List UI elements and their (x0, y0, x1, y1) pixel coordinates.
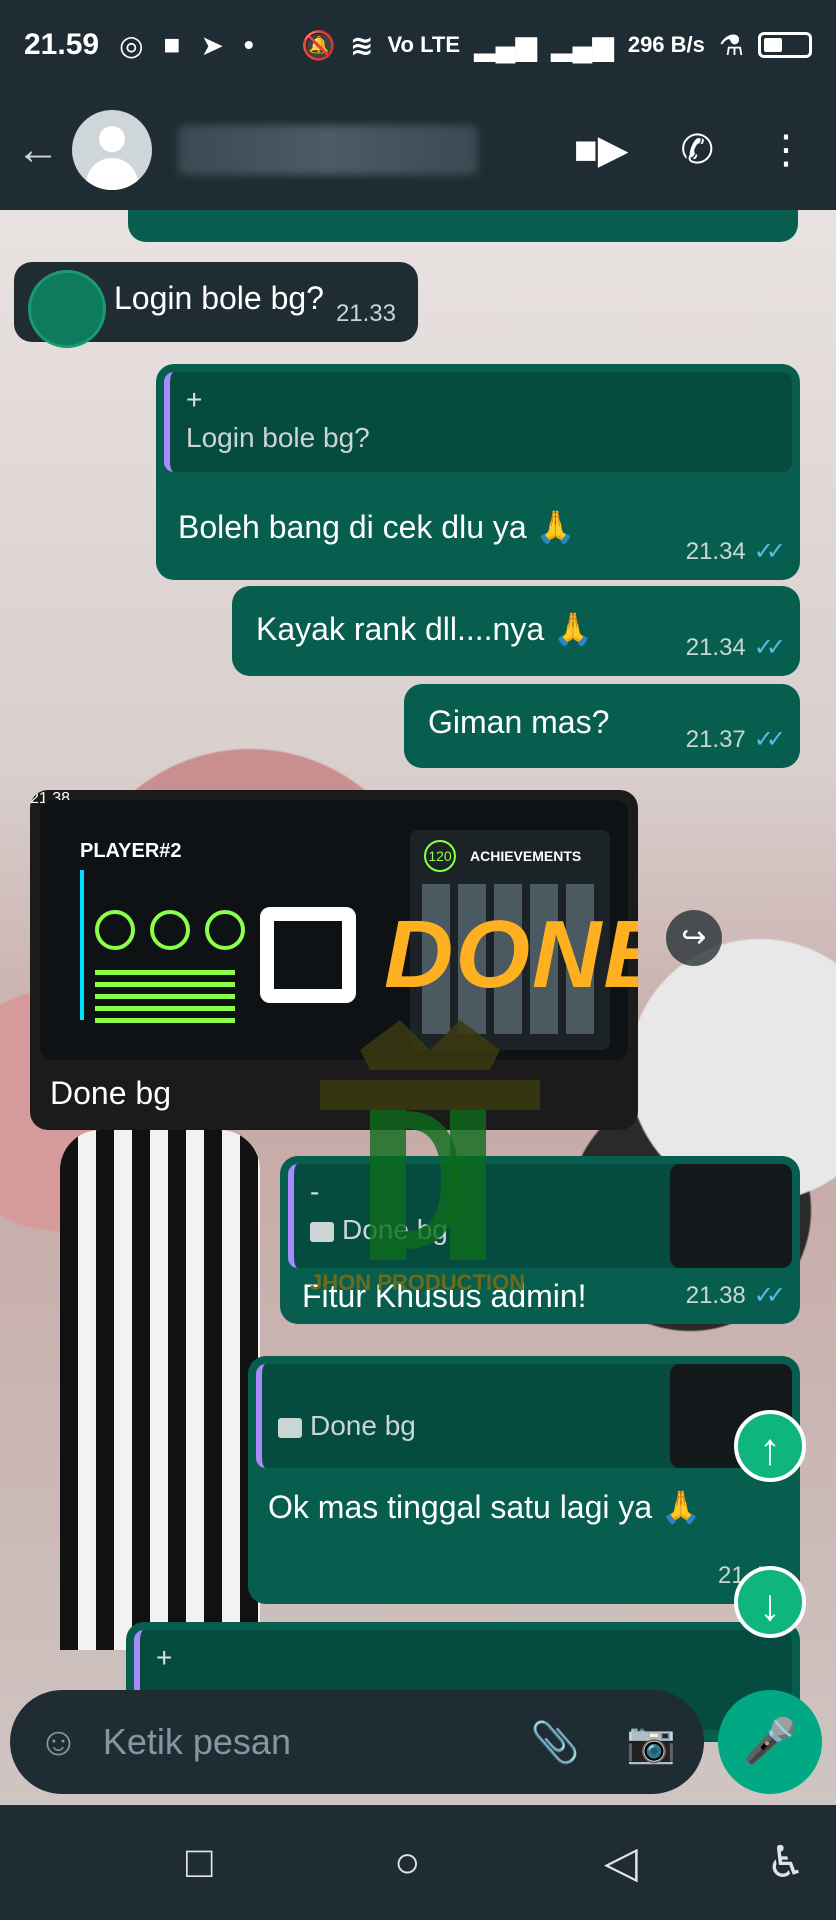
composer: ☺ 📎 📷 🎤 (0, 1690, 836, 1805)
video-camera-icon[interactable]: ■▶ (574, 127, 629, 173)
system-nav-bar: □ ○ ◁ ♿ (0, 1805, 836, 1920)
quote-text: Done bg (310, 1410, 416, 1441)
dot-icon: • (243, 29, 254, 60)
message-time: 21.34 (685, 633, 746, 661)
message-text: Kayak rank dll....nya 🙏 (256, 611, 593, 647)
read-ticks-icon: ✓✓ (753, 1282, 786, 1309)
chrome-icon: ◎ (119, 29, 144, 61)
watermark-logo: JHON PRODUCTION (300, 1010, 560, 1390)
message-outgoing[interactable]: Giman mas? 21.37 ✓✓ (404, 684, 800, 768)
quoted-message[interactable]: + Login bole bg? (164, 372, 792, 472)
microphone-icon[interactable]: 🎤 (718, 1690, 822, 1794)
more-vertical-icon[interactable]: ⋮ (766, 127, 806, 173)
scroll-up-icon[interactable]: ↑ (734, 1410, 806, 1482)
message-outgoing[interactable]: + Login bole bg? Boleh bang di cek dlu y… (156, 364, 800, 580)
message-outgoing[interactable]: Kayak rank dll....nya 🙏 21.34 ✓✓ (232, 586, 800, 676)
message-text: Giman mas? (428, 704, 610, 740)
telegram-icon: ➤ (200, 29, 224, 61)
stat-ring (205, 910, 245, 950)
forward-icon[interactable]: ↪ (666, 910, 722, 966)
message-time: 21.34 (685, 537, 746, 565)
player-label: PLAYER#2 (80, 840, 182, 862)
wifi-icon: ≋ (350, 29, 374, 61)
done-square (260, 907, 356, 1003)
square-icon[interactable]: □ (186, 1838, 213, 1888)
quote-sender: + (186, 384, 203, 415)
flask-icon: ⚗ (718, 29, 744, 61)
stat-bars (95, 970, 235, 1030)
mute-bell-icon: 🔕 (301, 29, 337, 61)
contact-name-blurred[interactable] (178, 125, 478, 175)
crown-logo-icon (320, 1020, 540, 1260)
read-ticks-icon: ✓✓ (753, 538, 786, 565)
media-caption: Done bg (50, 1075, 171, 1111)
status-time: 21.59 (24, 28, 100, 61)
sender-avatar[interactable] (28, 270, 106, 348)
app-notification-icon: ■ (163, 29, 181, 60)
triangle-back-icon[interactable]: ◁ (604, 1837, 638, 1888)
message-time: 21.33 (335, 300, 396, 327)
phone-icon[interactable]: ✆ (680, 127, 714, 173)
message-text: Login bole bg? (114, 280, 324, 316)
stat-ring (95, 910, 135, 950)
quote-thumbnail (670, 1164, 792, 1268)
message-text: Ok mas tinggal satu lagi ya 🙏 (268, 1489, 701, 1525)
background-figure (60, 1130, 260, 1650)
level-badge: 120 (424, 840, 456, 872)
done-overlay: DONE (260, 900, 638, 1010)
status-bar: 21.59 ◎ ■ ➤ • 🔕 ≋ Vo LTE ▂▄▆ ▂▄▆ 296 B/s… (0, 0, 836, 90)
battery-icon (758, 32, 812, 58)
done-text: DONE (384, 901, 638, 1008)
message-input-container[interactable]: ☺ 📎 📷 (10, 1690, 704, 1794)
emoji-icon[interactable]: ☺ (38, 1720, 79, 1765)
back-arrow-icon[interactable]: ← (16, 125, 66, 175)
read-ticks-icon: ✓✓ (753, 634, 786, 661)
message-bubble-cut[interactable] (128, 210, 798, 242)
message-incoming[interactable]: Login bole bg? 21.33 (14, 262, 418, 348)
image-icon (278, 1417, 302, 1438)
read-ticks-icon: ✓✓ (753, 726, 786, 753)
signal-icon-2: ▂▄▆ (550, 29, 614, 61)
watermark-text: JHON PRODUCTION (310, 1270, 526, 1295)
cyan-bar (80, 870, 84, 1020)
scroll-down-icon[interactable]: ↓ (734, 1566, 806, 1638)
chat-area[interactable]: Login bole bg? 21.33 + Login bole bg? Bo… (0, 210, 836, 1805)
quote-text: Login bole bg? (186, 422, 370, 453)
chat-header: ← ■▶ ✆ ⋮ (0, 90, 836, 210)
circle-icon[interactable]: ○ (394, 1838, 421, 1888)
paperclip-icon[interactable]: 📎 (530, 1719, 580, 1766)
network-speed: 296 B/s (627, 32, 705, 57)
message-text: Boleh bang di cek dlu ya 🙏 (178, 509, 576, 545)
accessibility-icon[interactable]: ♿ (766, 1837, 805, 1888)
panel-title: ACHIEVEMENTS (470, 848, 582, 864)
message-time: 21.38 (685, 1281, 746, 1309)
camera-icon[interactable]: 📷 (626, 1719, 676, 1766)
signal-icon: ▂▄▆ (474, 29, 537, 61)
stat-ring (150, 910, 190, 950)
message-input[interactable] (102, 1721, 483, 1763)
avatar[interactable] (72, 110, 152, 190)
network-label: Vo LTE (387, 32, 461, 57)
message-outgoing[interactable]: Done bg Ok mas tinggal satu lagi ya 🙏 21… (248, 1356, 800, 1604)
quote-sender: + (156, 1642, 173, 1673)
message-time: 21.37 (685, 725, 746, 753)
